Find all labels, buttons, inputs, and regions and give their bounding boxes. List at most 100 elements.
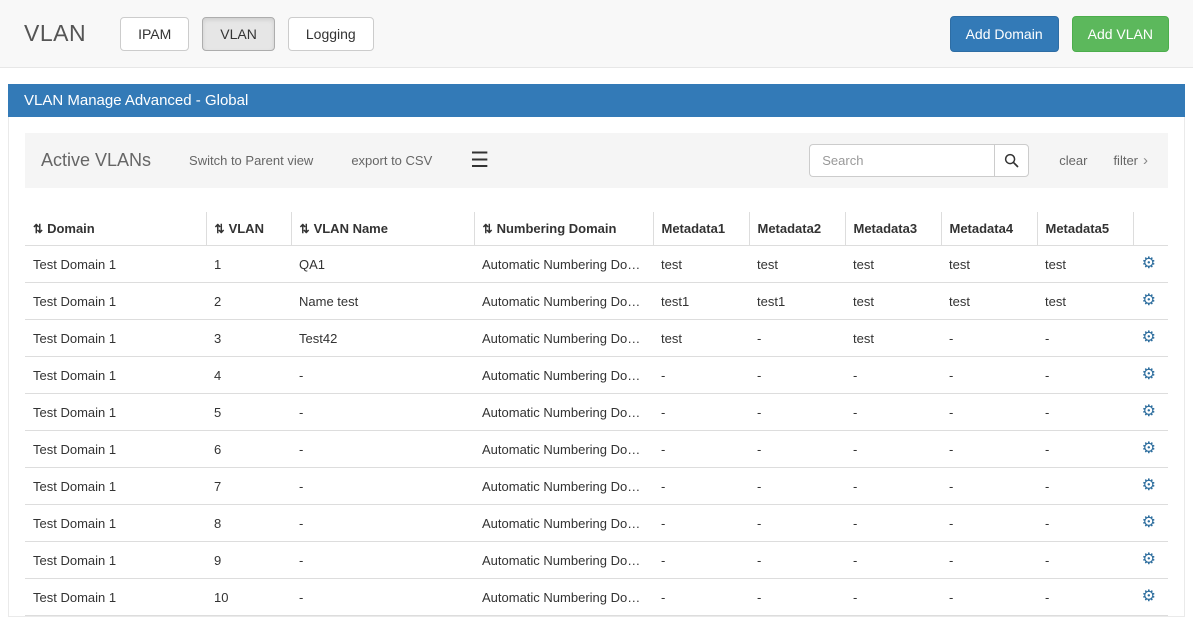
filter-link[interactable]: filter › [1113,152,1148,169]
table-cell: Automatic Numbering Doma… [474,542,653,579]
table-cell: Test Domain 1 [25,579,206,616]
sort-icon: ⇅ [300,222,310,236]
table-cell: test [941,246,1037,283]
table-cell: - [291,468,474,505]
table-cell: Test Domain 1 [25,283,206,320]
table-cell: - [291,357,474,394]
column-label: VLAN [229,221,264,236]
table-cell: Automatic Numbering Doma… [474,505,653,542]
table-cell: - [749,579,845,616]
gear-icon[interactable]: ⚙ [1142,255,1156,272]
table-cell: Test Domain 1 [25,394,206,431]
column-header-vlan-name[interactable]: ⇅VLAN Name [291,212,474,246]
table-cell: - [653,579,749,616]
gear-icon[interactable]: ⚙ [1142,366,1156,383]
table-cell: test [845,283,941,320]
table-cell: - [291,505,474,542]
table-cell: - [653,431,749,468]
column-label: Metadata2 [758,221,822,236]
gear-icon[interactable]: ⚙ [1142,588,1156,605]
table-cell: Test Domain 1 [25,431,206,468]
table-cell: - [1037,431,1133,468]
row-actions-cell: ⚙ [1133,357,1168,394]
table-cell: Automatic Numbering Doma… [474,283,653,320]
table-cell: - [653,468,749,505]
table-cell: 10 [206,579,291,616]
table-cell: test [653,246,749,283]
gear-icon[interactable]: ⚙ [1142,514,1156,531]
table-row: Test Domain 12Name testAutomatic Numberi… [25,283,1168,320]
table-cell: test [845,246,941,283]
vlan-table-container: ⇅Domain⇅VLAN⇅VLAN Name⇅Numbering DomainM… [25,212,1168,616]
table-cell: 4 [206,357,291,394]
column-label: Metadata3 [854,221,918,236]
table-cell: Test Domain 1 [25,468,206,505]
panel-body: Active VLANs Switch to Parent view expor… [8,117,1185,617]
table-cell: - [941,357,1037,394]
gear-icon[interactable]: ⚙ [1142,292,1156,309]
switch-parent-view-link[interactable]: Switch to Parent view [189,153,313,168]
table-cell: - [653,357,749,394]
table-cell: - [749,468,845,505]
table-cell: 2 [206,283,291,320]
table-cell: - [1037,468,1133,505]
table-cell: Automatic Numbering Doma… [474,357,653,394]
table-cell: - [845,579,941,616]
clear-link[interactable]: clear [1059,153,1087,168]
gear-icon[interactable]: ⚙ [1142,551,1156,568]
column-header-numbering-domain[interactable]: ⇅Numbering Domain [474,212,653,246]
search-icon [1004,153,1019,168]
table-row: Test Domain 13Test42Automatic Numbering … [25,320,1168,357]
table-cell: - [749,394,845,431]
table-cell: Automatic Numbering Doma… [474,579,653,616]
row-actions-cell: ⚙ [1133,320,1168,357]
table-row: Test Domain 18-Automatic Numbering Doma…… [25,505,1168,542]
table-row: Test Domain 11QA1Automatic Numbering Dom… [25,246,1168,283]
gear-icon[interactable]: ⚙ [1142,329,1156,346]
table-cell: - [1037,320,1133,357]
nav-vlan-button[interactable]: VLAN [202,17,275,51]
search-button[interactable] [994,144,1029,177]
nav-ipam-button[interactable]: IPAM [120,17,189,51]
table-cell: Test Domain 1 [25,320,206,357]
sort-icon: ⇅ [483,222,493,236]
gear-icon[interactable]: ⚙ [1142,477,1156,494]
menu-icon[interactable]: ☰ [470,150,489,171]
table-cell: - [1037,505,1133,542]
table-cell: QA1 [291,246,474,283]
table-cell: Automatic Numbering Doma… [474,431,653,468]
table-cell: - [941,431,1037,468]
table-cell: Automatic Numbering Doma… [474,394,653,431]
column-header-metadata4: Metadata4 [941,212,1037,246]
table-cell: Test Domain 1 [25,246,206,283]
table-cell: - [749,320,845,357]
table-cell: - [291,579,474,616]
add-domain-button[interactable]: Add Domain [950,16,1059,52]
search-input[interactable] [809,144,994,177]
table-cell: - [749,357,845,394]
gear-icon[interactable]: ⚙ [1142,440,1156,457]
nav-logging-button[interactable]: Logging [288,17,374,51]
add-vlan-button[interactable]: Add VLAN [1072,16,1169,52]
table-cell: test1 [653,283,749,320]
search-group [809,144,1029,177]
column-header-vlan[interactable]: ⇅VLAN [206,212,291,246]
table-cell: test [941,283,1037,320]
panel-title: VLAN Manage Advanced - Global [8,84,1185,117]
table-row: Test Domain 14-Automatic Numbering Doma…… [25,357,1168,394]
export-csv-link[interactable]: export to CSV [351,153,432,168]
topbar: VLAN IPAM VLAN Logging Add Domain Add VL… [0,0,1193,68]
table-cell: test [653,320,749,357]
table-cell: - [749,431,845,468]
table-cell: - [653,394,749,431]
gear-icon[interactable]: ⚙ [1142,403,1156,420]
table-cell: - [291,394,474,431]
column-header-domain[interactable]: ⇅Domain [25,212,206,246]
table-cell: Test Domain 1 [25,542,206,579]
column-label: Metadata1 [662,221,726,236]
row-actions-cell: ⚙ [1133,246,1168,283]
table-row: Test Domain 110-Automatic Numbering Doma… [25,579,1168,616]
table-cell: 7 [206,468,291,505]
table-row: Test Domain 17-Automatic Numbering Doma…… [25,468,1168,505]
table-cell: - [941,505,1037,542]
